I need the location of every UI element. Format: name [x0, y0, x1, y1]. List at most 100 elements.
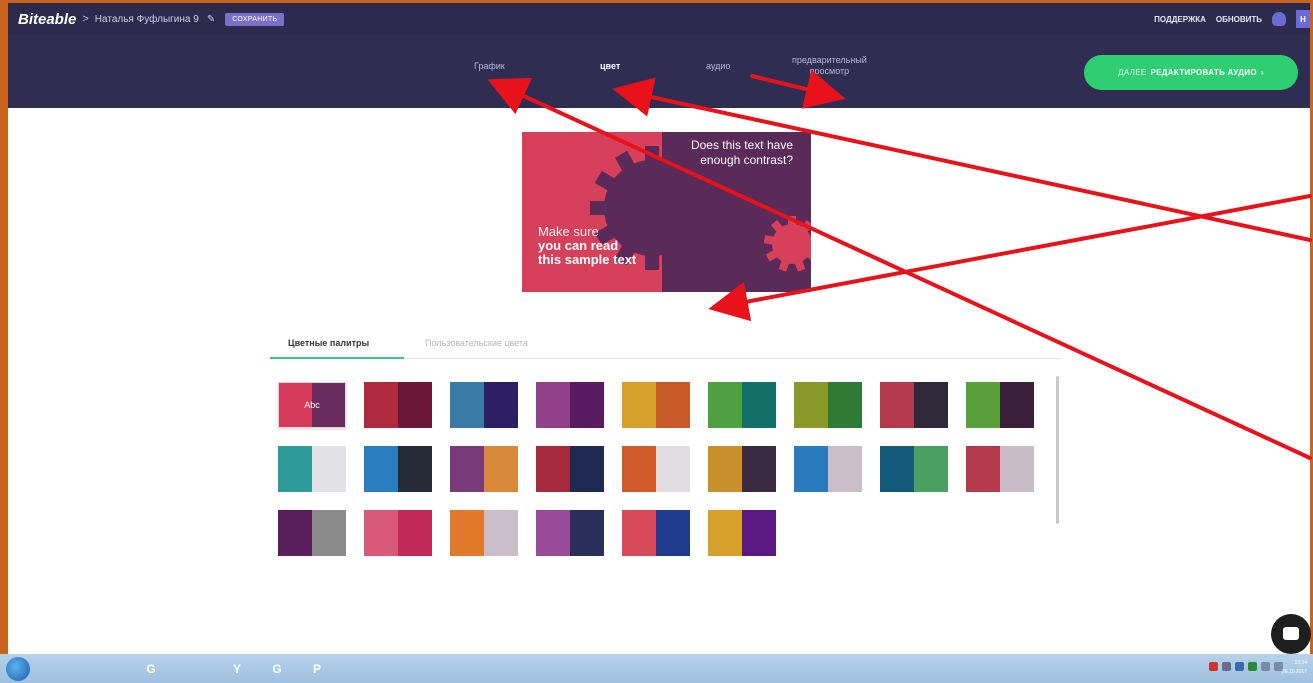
- palette-swatch[interactable]: [622, 446, 690, 492]
- palette-swatch[interactable]: [880, 382, 948, 428]
- palette-color-primary: [450, 510, 484, 556]
- palette-grid: Abc: [270, 374, 1050, 556]
- palette-swatch[interactable]: [536, 446, 604, 492]
- palette-color-primary: [708, 446, 742, 492]
- save-button[interactable]: СОХРАНИТЬ: [225, 12, 285, 26]
- chrome-icon[interactable]: G: [140, 658, 162, 680]
- avatar[interactable]: Н: [1296, 10, 1310, 28]
- chat-icon[interactable]: [1271, 614, 1311, 654]
- palette-swatch[interactable]: [622, 382, 690, 428]
- tab-preview[interactable]: предварительный просмотр: [792, 55, 867, 77]
- yandex-icon[interactable]: Y: [226, 658, 248, 680]
- palette-swatch[interactable]: [794, 382, 862, 428]
- sample-line-2: you can read: [538, 238, 619, 253]
- breadcrumb-separator: >: [82, 13, 89, 25]
- palette-color-primary: [536, 382, 570, 428]
- palette-color-secondary: [570, 446, 604, 492]
- palette-color-primary: [708, 510, 742, 556]
- palette-swatch[interactable]: Abc: [278, 382, 346, 428]
- palette-swatch[interactable]: [622, 510, 690, 556]
- palette-swatch[interactable]: [880, 446, 948, 492]
- next-edit-audio-button[interactable]: ДАЛЕЕ РЕДАКТИРОВАТЬ АУДИО ›: [1084, 55, 1298, 90]
- palette-sample-label: Abc: [304, 400, 320, 410]
- tab-color[interactable]: цвет: [600, 61, 620, 71]
- palette-swatch[interactable]: [278, 510, 346, 556]
- system-clock[interactable]: 19:34 26.10.2017: [1282, 659, 1307, 677]
- palette-swatch[interactable]: [966, 446, 1034, 492]
- palette-color-secondary: [828, 382, 862, 428]
- palette-swatch[interactable]: [794, 446, 862, 492]
- palette-color-secondary: [398, 446, 432, 492]
- sample-line-1: Make sure: [538, 224, 599, 239]
- palette-color-primary: [880, 446, 914, 492]
- explorer-icon[interactable]: [48, 658, 70, 680]
- palette-color-secondary: [828, 446, 862, 492]
- window-frame-left: [0, 0, 8, 654]
- tray-icon[interactable]: [1235, 662, 1244, 671]
- palette-color-secondary: [570, 382, 604, 428]
- support-link[interactable]: ПОДДЕРЖКА: [1154, 15, 1206, 24]
- palette-swatch[interactable]: [450, 510, 518, 556]
- project-name[interactable]: Наталья Фуфлыгина 9: [95, 14, 199, 25]
- sample-text: Make sure you can read this sample text: [538, 225, 636, 267]
- tab-color-palettes[interactable]: Цветные палитры: [288, 338, 369, 348]
- tray-icon[interactable]: [1209, 662, 1218, 671]
- palette-swatch[interactable]: [536, 510, 604, 556]
- biteable-logo[interactable]: Biteable: [18, 11, 76, 28]
- palette-swatch[interactable]: [278, 446, 346, 492]
- palette-color-primary: [364, 446, 398, 492]
- palette-tabs: Цветные палитры Пользовательские цвета: [270, 330, 1062, 359]
- palette-swatch[interactable]: [364, 510, 432, 556]
- palette-swatch[interactable]: [450, 382, 518, 428]
- header-right: ПОДДЕРЖКА ОБНОВИТЬ Н: [1154, 10, 1310, 28]
- palette-swatch[interactable]: [708, 382, 776, 428]
- clock-time: 19:34: [1294, 660, 1307, 666]
- palette-color-primary: [708, 382, 742, 428]
- palette-color-primary: [966, 446, 1000, 492]
- palette-swatch[interactable]: [364, 382, 432, 428]
- palette-color-primary: [794, 382, 828, 428]
- tab-preview-line2: просмотр: [809, 66, 850, 76]
- palette-color-secondary: [398, 382, 432, 428]
- upgrade-link[interactable]: ОБНОВИТЬ: [1216, 15, 1262, 24]
- palette-color-primary: [622, 446, 656, 492]
- windows-start-icon[interactable]: [6, 657, 30, 681]
- tab-audio[interactable]: аудио: [706, 61, 730, 71]
- palette-color-primary: [794, 446, 828, 492]
- contrast-question: Does this text have enough contrast?: [690, 138, 793, 167]
- gear-graphic-small: [763, 216, 811, 272]
- save-floppy-icon[interactable]: [182, 658, 204, 680]
- next-label: РЕДАКТИРОВАТЬ АУДИО: [1150, 68, 1257, 77]
- palette-swatch[interactable]: [708, 446, 776, 492]
- palette-color-secondary: [398, 510, 432, 556]
- clock-date: 26.10.2017: [1281, 669, 1307, 675]
- palette-swatch[interactable]: [536, 382, 604, 428]
- mascot-icon: [1272, 12, 1286, 26]
- palette-color-secondary: [656, 382, 690, 428]
- palette-swatch[interactable]: [450, 446, 518, 492]
- palette-color-secondary: [742, 510, 776, 556]
- palette-color-secondary: [312, 446, 346, 492]
- palette-swatch[interactable]: [364, 446, 432, 492]
- palette-swatch[interactable]: [966, 382, 1034, 428]
- folder-icon[interactable]: [100, 658, 122, 680]
- pencil-icon[interactable]: ✎: [207, 14, 215, 25]
- powerpoint-icon[interactable]: P: [306, 658, 328, 680]
- palette-color-secondary: [484, 446, 518, 492]
- tray-icon[interactable]: [1248, 662, 1257, 671]
- tray-icon[interactable]: [1222, 662, 1231, 671]
- palette-scrollbar[interactable]: [1056, 376, 1059, 524]
- palette-color-secondary: [742, 446, 776, 492]
- palette-color-secondary: [656, 510, 690, 556]
- tab-custom-colors[interactable]: Пользовательские цвета: [425, 338, 528, 348]
- system-tray: [1209, 662, 1283, 671]
- palette-color-primary: [966, 382, 1000, 428]
- chrome-icon-2[interactable]: G: [266, 658, 288, 680]
- palette-color-primary: [536, 446, 570, 492]
- tab-graphics[interactable]: График: [474, 61, 505, 71]
- palette-swatch[interactable]: [708, 510, 776, 556]
- os-taskbar: G Y G P 19:34 26.10.2017: [0, 654, 1313, 683]
- tray-icon[interactable]: [1261, 662, 1270, 671]
- next-prefix: ДАЛЕЕ: [1118, 68, 1147, 77]
- palette-color-secondary: [484, 510, 518, 556]
